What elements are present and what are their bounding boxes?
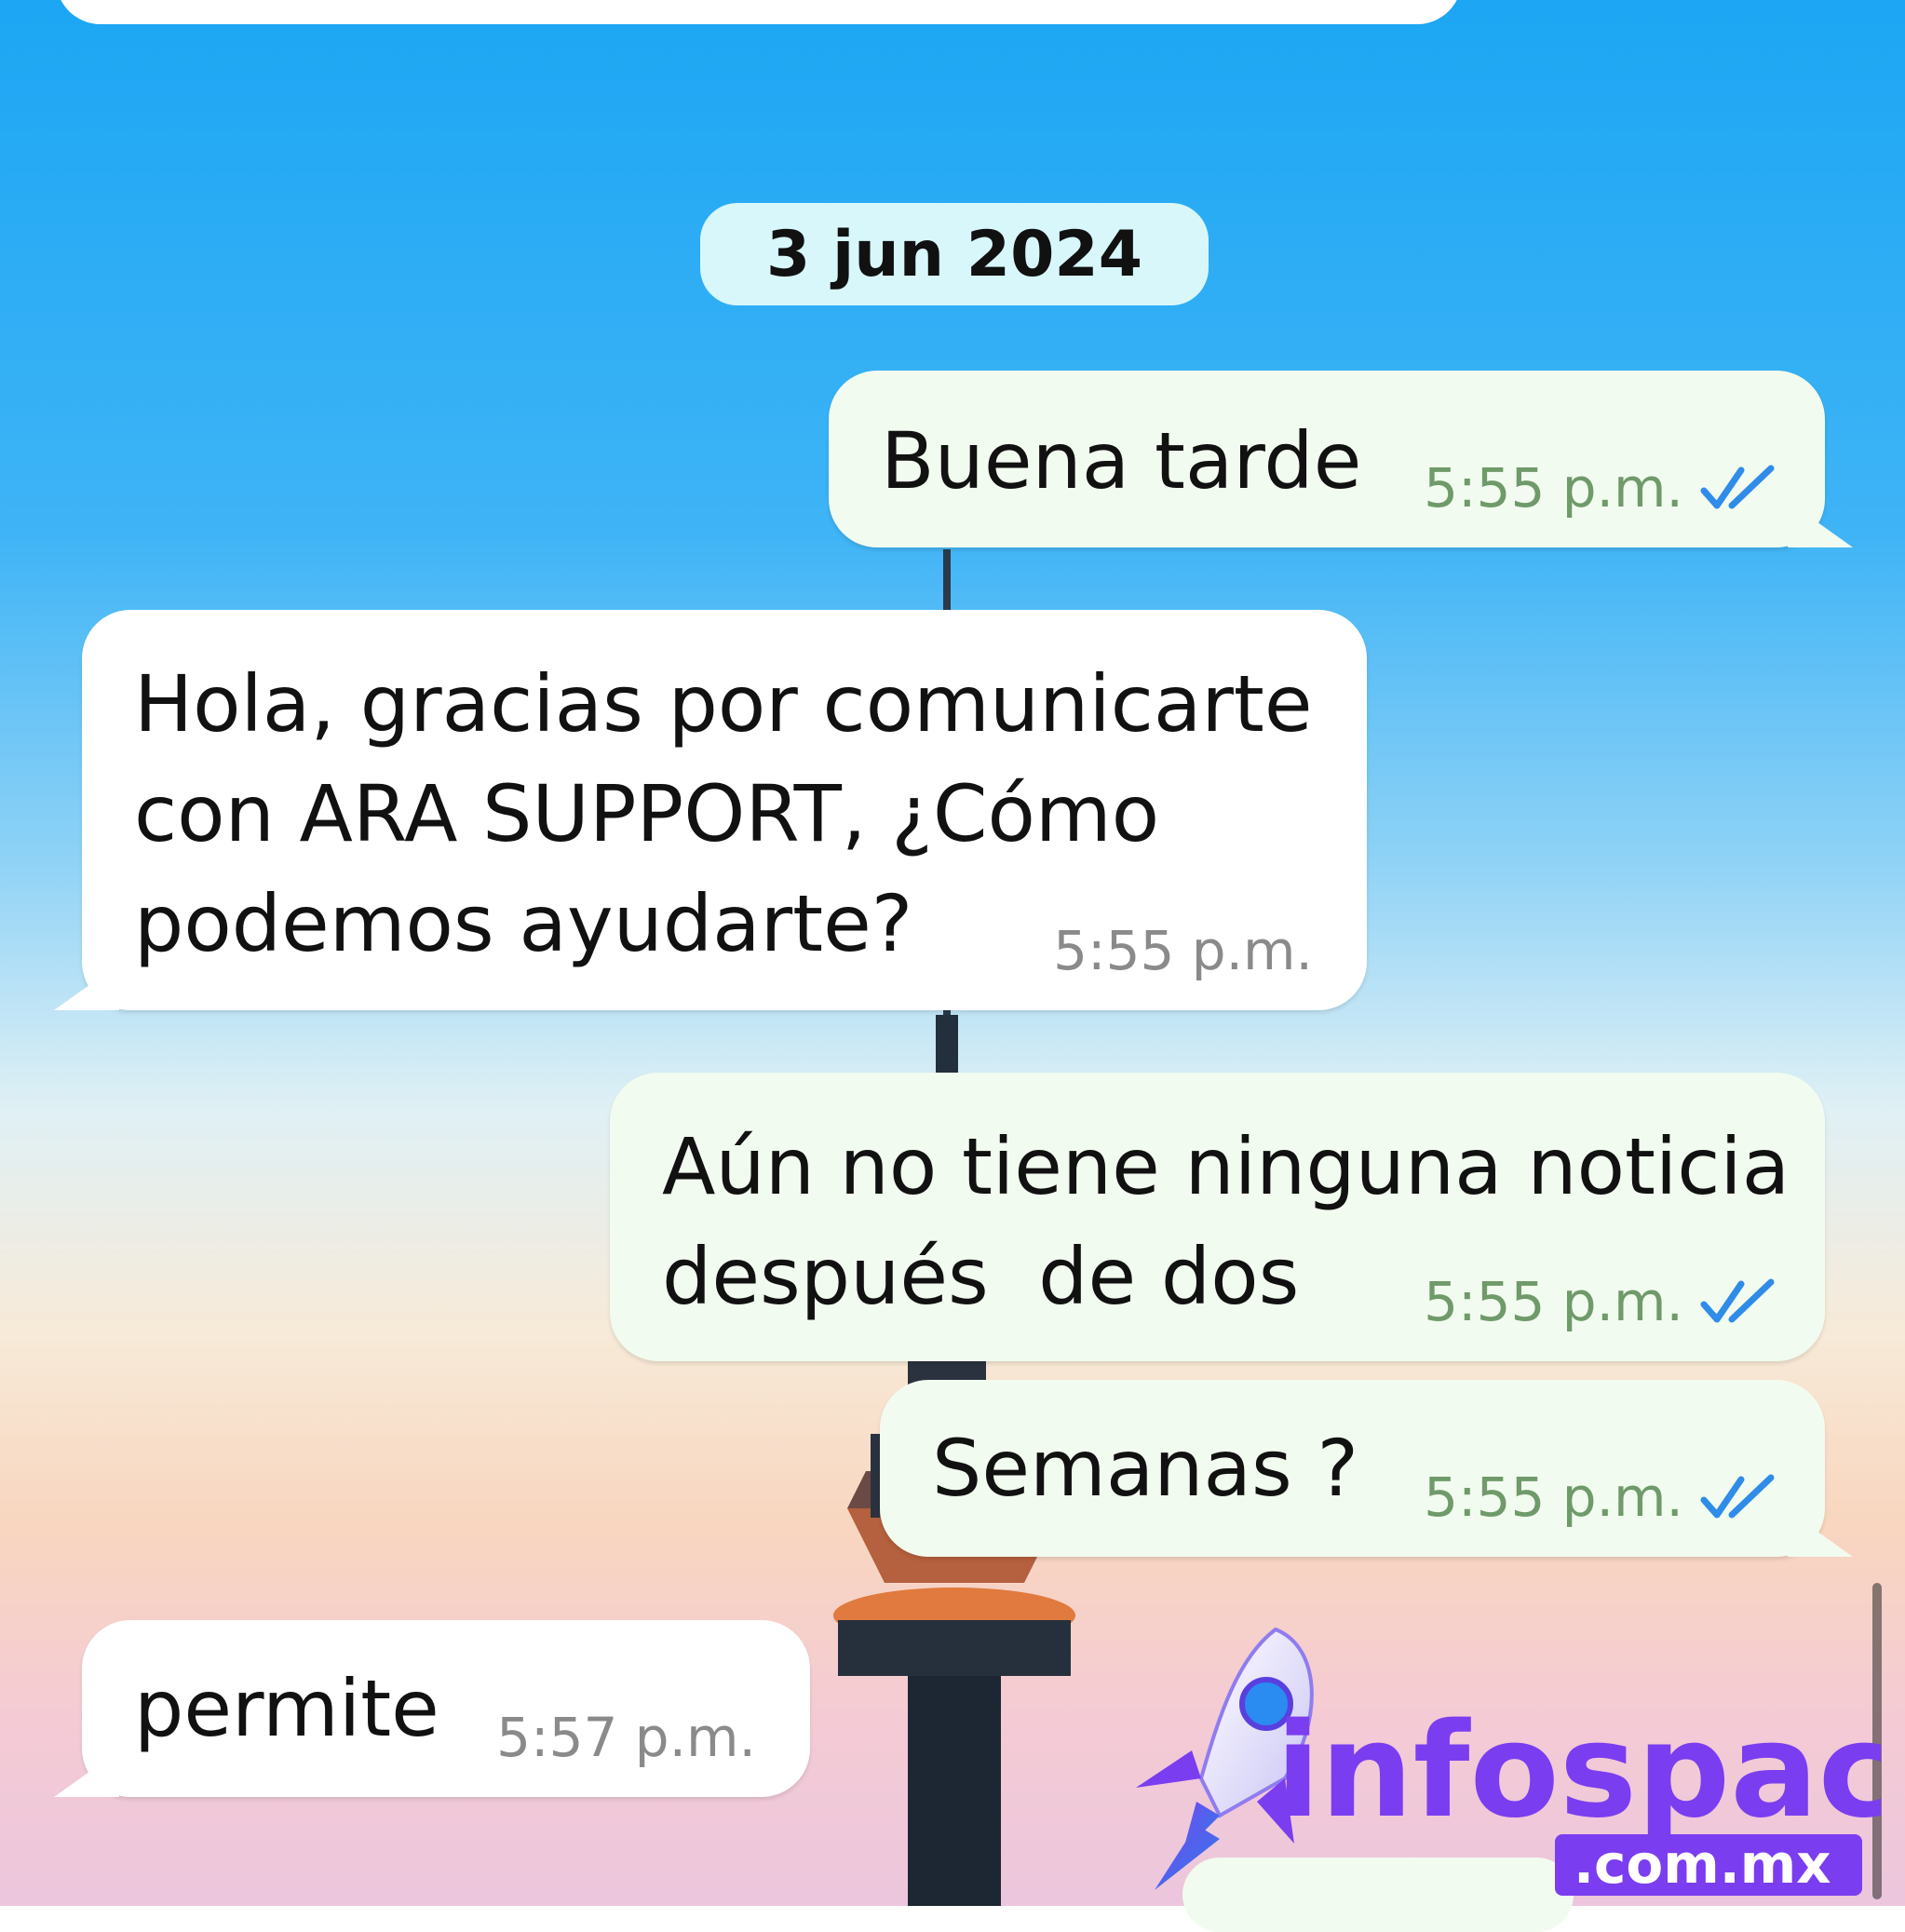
message-incoming[interactable]: permite 5:57 p.m. — [54, 1620, 810, 1797]
message-time: 5:55 p.m. — [1424, 456, 1683, 520]
message-text: permite — [134, 1663, 439, 1754]
brand-domain: .com.mx — [1574, 1832, 1831, 1896]
message-meta: 5:55 p.m. — [1053, 919, 1313, 982]
message-text: después de dos — [662, 1231, 1300, 1322]
message-time: 5:55 p.m. — [1424, 1466, 1683, 1529]
message-time: 5:55 p.m. — [1424, 1270, 1683, 1333]
message-meta: 5:55 p.m. — [1424, 456, 1778, 520]
date-separator: 3 jun 2024 — [700, 203, 1209, 305]
message-incoming[interactable]: Hola, gracias por comunicarte con ARA SU… — [54, 610, 1367, 1010]
bubble-tail — [54, 1750, 119, 1797]
message-text: Aún no tiene ninguna noticia — [662, 1121, 1790, 1212]
message-outgoing[interactable]: Semanas ? 5:55 p.m. — [880, 1380, 1853, 1557]
message-text: con ARA SUPPORT, ¿Cómo — [134, 768, 1160, 859]
bubble-tail — [1788, 1510, 1853, 1557]
message-text: podemos ayudarte? — [134, 878, 913, 969]
bubble-tail — [1788, 501, 1853, 547]
message-meta: 5:57 p.m. — [496, 1706, 756, 1769]
previous-message-bubble[interactable] — [56, 0, 1462, 24]
message-text: Buena tarde — [881, 415, 1362, 507]
infospace-watermark: infospace .com.mx — [1136, 1627, 1881, 1896]
message-text: Semanas ? — [932, 1423, 1359, 1514]
message-time: 5:55 p.m. — [1053, 919, 1313, 982]
read-double-check-icon — [1700, 465, 1775, 509]
message-meta: 5:55 p.m. — [1424, 1466, 1778, 1529]
message-outgoing[interactable]: Aún no tiene ninguna noticia después de … — [610, 1073, 1825, 1361]
read-double-check-icon — [1700, 1278, 1775, 1323]
brand-name: infospace — [1276, 1696, 1881, 1847]
message-outgoing[interactable]: Buena tarde 5:55 p.m. — [829, 371, 1853, 547]
bubble-tail — [54, 964, 119, 1010]
message-time: 5:57 p.m. — [496, 1706, 756, 1769]
read-double-check-icon — [1700, 1474, 1775, 1519]
message-meta: 5:55 p.m. — [1424, 1270, 1778, 1333]
message-text: Hola, gracias por comunicarte — [134, 658, 1313, 750]
